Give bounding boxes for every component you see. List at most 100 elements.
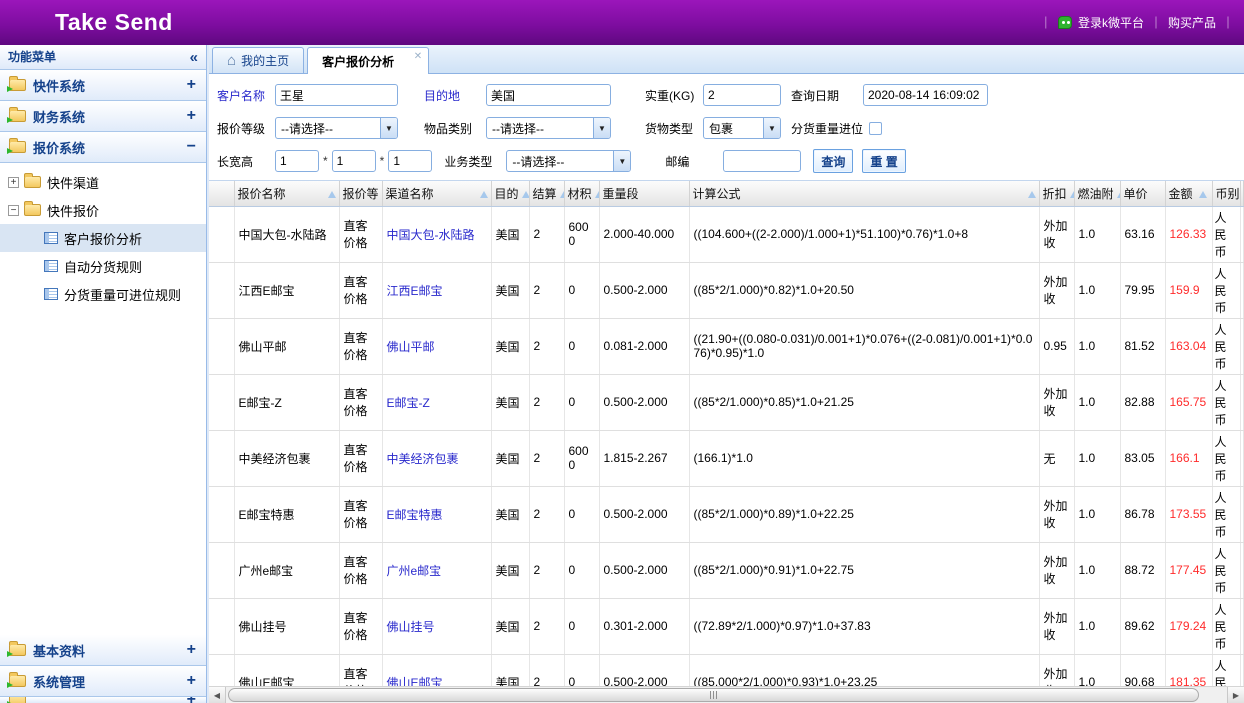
channel-link[interactable]: 中美经济包裹: [382, 430, 491, 486]
header-fuel-surcharge[interactable]: 燃油附: [1074, 181, 1120, 206]
tab-my-home[interactable]: ⌂ 我的主页: [212, 47, 304, 73]
sort-icon[interactable]: [328, 191, 336, 198]
table-row[interactable]: E邮宝-Z直客价格E邮宝-Z美国200.500-2.000((85*2/1.00…: [209, 374, 1243, 430]
header-amount[interactable]: 金额: [1165, 181, 1212, 206]
channel-link[interactable]: 佛山E邮宝: [382, 654, 491, 686]
length-input[interactable]: [275, 150, 319, 172]
channel-link[interactable]: E邮宝-Z: [382, 374, 491, 430]
row-selector-cell[interactable]: [209, 262, 234, 318]
scroll-left-icon[interactable]: ◀: [209, 687, 226, 703]
sidebar-section-finance[interactable]: 财务系统 +: [0, 101, 206, 132]
header-weight-range[interactable]: 重量段: [599, 181, 689, 206]
top-bar: Take Send ｜ 登录k微平台 ｜ 购买产品 ｜: [0, 0, 1244, 45]
search-button[interactable]: 查询: [813, 149, 853, 173]
row-selector-cell[interactable]: [209, 374, 234, 430]
channel-link[interactable]: 佛山平邮: [382, 318, 491, 374]
table-row[interactable]: 佛山平邮直客价格佛山平邮美国200.081-2.000((21.90+((0.0…: [209, 318, 1243, 374]
header-formula[interactable]: 计算公式: [689, 181, 1039, 206]
reset-button[interactable]: 重 置: [862, 149, 905, 173]
scrollbar-track[interactable]: [226, 687, 1227, 703]
height-input[interactable]: [388, 150, 432, 172]
tree-expander-plus-icon[interactable]: +: [8, 177, 19, 188]
row-selector-cell[interactable]: [209, 486, 234, 542]
table-row[interactable]: E邮宝特惠直客价格E邮宝特惠美国200.500-2.000((85*2/1.00…: [209, 486, 1243, 542]
channel-link[interactable]: 佛山挂号: [382, 598, 491, 654]
expand-plus-icon[interactable]: +: [187, 642, 196, 658]
header-quote-name[interactable]: 报价名称: [234, 181, 339, 206]
header-volume-factor[interactable]: 材积: [564, 181, 599, 206]
sort-icon[interactable]: [1028, 191, 1036, 198]
row-selector-cell[interactable]: [209, 318, 234, 374]
quote-grade-select[interactable]: --请选择-- ▼: [275, 117, 398, 139]
close-tab-icon[interactable]: ✕: [414, 51, 422, 62]
tab-customer-quote-analysis[interactable]: 客户报价分析 ✕: [307, 47, 429, 74]
header-discount[interactable]: 折扣: [1039, 181, 1074, 206]
sort-icon[interactable]: [1070, 191, 1074, 198]
table-row[interactable]: 佛山挂号直客价格佛山挂号美国200.301-2.000((72.89*2/1.0…: [209, 598, 1243, 654]
sidebar-section-clipped[interactable]: +: [0, 697, 206, 703]
sort-icon[interactable]: [1117, 191, 1120, 198]
width-input[interactable]: [332, 150, 376, 172]
horizontal-scrollbar[interactable]: ◀ ▶: [209, 686, 1244, 703]
expand-plus-icon[interactable]: +: [187, 108, 196, 124]
sidebar-section-basic-data[interactable]: 基本资料 +: [0, 635, 206, 666]
destination-input[interactable]: [486, 84, 611, 106]
chevron-down-icon[interactable]: ▼: [763, 118, 780, 138]
table-row[interactable]: 佛山E邮宝直客价格佛山E邮宝美国200.500-2.000((85.000*2/…: [209, 654, 1243, 686]
tree-expander-minus-icon[interactable]: −: [8, 205, 19, 216]
sidebar-section-system-mgmt[interactable]: 系统管理 +: [0, 666, 206, 697]
channel-link[interactable]: E邮宝特惠: [382, 486, 491, 542]
fuel-surcharge-cell: 1.0: [1074, 206, 1120, 262]
tree-item-auto-sorting-rule[interactable]: 自动分货规则: [0, 252, 206, 280]
sort-icon[interactable]: [480, 191, 488, 198]
zip-input[interactable]: [723, 150, 801, 172]
customer-name-input[interactable]: [275, 84, 398, 106]
expand-plus-icon[interactable]: +: [187, 77, 196, 93]
sort-icon[interactable]: [560, 191, 564, 198]
header-unit-price[interactable]: 单价: [1120, 181, 1165, 206]
channel-link[interactable]: 广州e邮宝: [382, 542, 491, 598]
buy-product-link[interactable]: 购买产品: [1168, 14, 1216, 31]
sort-icon[interactable]: [595, 191, 599, 198]
table-row[interactable]: 中美经济包裹直客价格中美经济包裹美国260001.815-2.267(166.1…: [209, 430, 1243, 486]
expand-plus-icon[interactable]: +: [187, 697, 196, 703]
tree-item-express-channel[interactable]: + 快件渠道: [0, 168, 206, 196]
header-channel-name[interactable]: 渠道名称: [382, 181, 491, 206]
row-selector-cell[interactable]: [209, 598, 234, 654]
expand-plus-icon[interactable]: +: [187, 673, 196, 689]
row-selector-cell[interactable]: [209, 206, 234, 262]
header-quote-grade[interactable]: 报价等: [339, 181, 382, 206]
table-row[interactable]: 广州e邮宝直客价格广州e邮宝美国200.500-2.000((85*2/1.00…: [209, 542, 1243, 598]
sidebar-section-express[interactable]: 快件系统 +: [0, 70, 206, 101]
header-currency[interactable]: 币别: [1212, 181, 1240, 206]
row-selector-cell[interactable]: [209, 654, 234, 686]
item-type-select[interactable]: --请选择-- ▼: [486, 117, 611, 139]
chevron-down-icon[interactable]: ▼: [613, 151, 630, 171]
sort-icon[interactable]: [1199, 191, 1207, 198]
sort-icon[interactable]: [522, 191, 529, 198]
channel-link[interactable]: 中国大包-水陆路: [382, 206, 491, 262]
sidebar-section-quote[interactable]: 报价系统 −: [0, 132, 206, 163]
row-selector-cell[interactable]: [209, 542, 234, 598]
chevron-down-icon[interactable]: ▼: [593, 118, 610, 138]
table-row[interactable]: 江西E邮宝直客价格江西E邮宝美国200.500-2.000((85*2/1.00…: [209, 262, 1243, 318]
header-settle-weight[interactable]: 结算: [529, 181, 564, 206]
cargo-type-select[interactable]: 包裹 ▼: [703, 117, 781, 139]
scrollbar-thumb[interactable]: [228, 688, 1199, 702]
chevron-down-icon[interactable]: ▼: [380, 118, 397, 138]
row-selector-cell[interactable]: [209, 430, 234, 486]
header-destination[interactable]: 目的: [491, 181, 529, 206]
table-row[interactable]: 中国大包-水陆路直客价格中国大包-水陆路美国260002.000-40.000(…: [209, 206, 1243, 262]
weight-input[interactable]: [703, 84, 781, 106]
biz-type-select[interactable]: --请选择-- ▼: [506, 150, 631, 172]
channel-link[interactable]: 江西E邮宝: [382, 262, 491, 318]
tree-item-weight-carry-rule[interactable]: 分货重量可进位规则: [0, 280, 206, 308]
tree-item-express-quote[interactable]: − 快件报价: [0, 196, 206, 224]
query-date-input[interactable]: [863, 84, 988, 106]
weight-carry-checkbox[interactable]: [869, 122, 882, 135]
login-kwei-link[interactable]: 登录k微平台: [1078, 14, 1144, 31]
tree-item-customer-quote-analysis[interactable]: 客户报价分析: [0, 224, 206, 252]
collapse-minus-icon[interactable]: −: [187, 139, 196, 155]
scroll-right-icon[interactable]: ▶: [1227, 687, 1244, 703]
collapse-sidebar-icon[interactable]: «: [190, 50, 198, 65]
